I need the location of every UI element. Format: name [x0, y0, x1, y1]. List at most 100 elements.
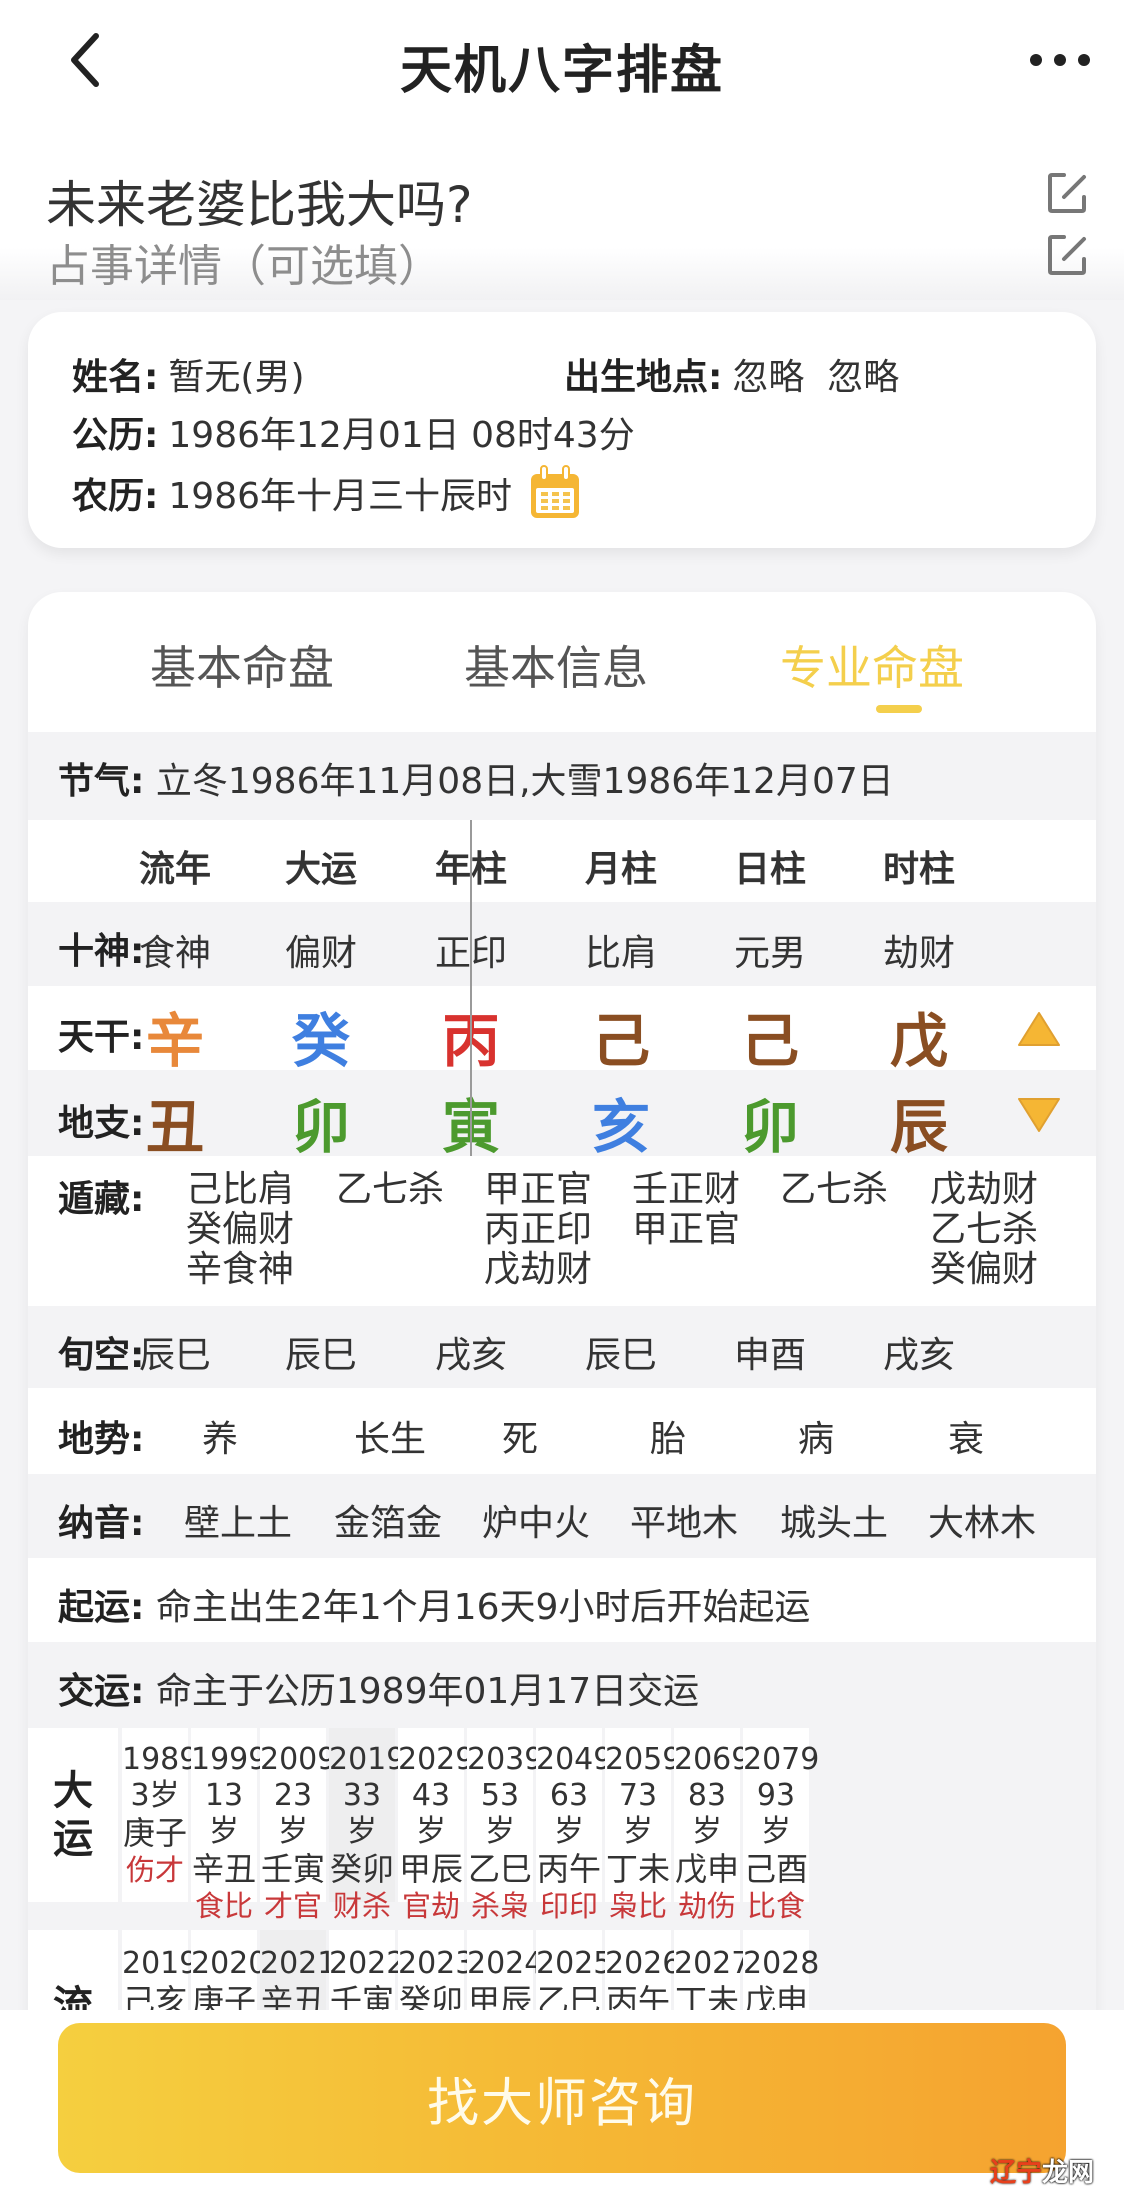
- xunkong-cell: 戌亥: [882, 1335, 955, 1376]
- dayun-item[interactable]: 2029 43岁 甲辰 官劫: [398, 1728, 475, 1923]
- triangle-up-icon[interactable]: [1016, 1010, 1062, 1048]
- xunkong-cell: 辰巳: [284, 1335, 357, 1376]
- dayun-item[interactable]: 1999 13岁 辛丑 食比: [191, 1728, 267, 1923]
- canggan-cell: 乙七杀: [336, 1169, 445, 1210]
- dayun-ganzhi: 乙巳: [467, 1850, 532, 1888]
- shishen-row: 十神: 食神 偏财 正印 比肩 元男 劫财: [28, 902, 1096, 986]
- edit-icon[interactable]: [1046, 233, 1090, 277]
- lunar-value: 1986年十月三十辰时: [168, 476, 513, 517]
- dayun-ganzhi: 戊申: [674, 1850, 739, 1888]
- nayin-cell: 平地木: [630, 1503, 739, 1544]
- dayun-label: 大 运: [28, 1728, 118, 1902]
- calendar-icon[interactable]: [528, 464, 582, 522]
- more-horizontal-icon: [1030, 54, 1042, 66]
- dayun-year: 2049: [536, 1742, 613, 1777]
- dayun-year: 2009: [260, 1742, 337, 1777]
- liunian-year: 2019: [122, 1946, 199, 1981]
- dayun-ganzhi: 丁未: [605, 1850, 670, 1888]
- dayun-shishen: 才官: [263, 1889, 322, 1923]
- dayun-year: 2059: [605, 1742, 682, 1777]
- lunar-date-row: 农历: 1986年十月三十辰时: [72, 464, 582, 522]
- dayun-shishen: 比食: [746, 1889, 805, 1923]
- dayun-age: 73岁: [618, 1778, 658, 1849]
- dishi-cell: 死: [502, 1419, 539, 1460]
- dayun-year: 2019: [329, 1742, 406, 1777]
- canggan-cell: 己比肩 癸偏财 辛食神: [186, 1169, 295, 1290]
- dayun-item[interactable]: 2039 53岁 乙巳 杀枭: [467, 1728, 544, 1923]
- page-title: 天机八字排盘: [399, 41, 724, 101]
- liunian-year: 2026: [605, 1946, 682, 1981]
- header-month-pillar: 月柱: [584, 849, 657, 890]
- solar-date-row: 公历: 1986年12月01日 08时43分: [72, 406, 635, 458]
- question-detail-input[interactable]: 占事详情（可选填）: [46, 230, 442, 294]
- tab-bar: 基本命盘 基本信息 专业命盘: [28, 592, 1096, 732]
- qiyun-label: 起运:: [58, 1587, 145, 1628]
- dizhi-row: 地支: 丑 卯 寅 亥 卯 辰: [28, 1070, 1096, 1161]
- dizhi-char: 卯: [291, 1093, 350, 1161]
- dishi-cell: 长生: [354, 1419, 427, 1460]
- dayun-item[interactable]: 2079 93岁 己酉 比食: [743, 1728, 819, 1923]
- triangle-down-icon[interactable]: [1016, 1096, 1062, 1134]
- xunkong-row: 旬空: 辰巳 辰巳 戌亥 辰巳 申酉 戌亥: [28, 1306, 1096, 1388]
- canggan-label: 遁藏:: [58, 1179, 145, 1220]
- jieqi-row: 节气: 立冬1986年11月08日,大雪1986年12月07日: [28, 732, 1096, 820]
- more-dot: [1078, 54, 1090, 66]
- dayun-item[interactable]: 2019 33岁 癸卯 财杀: [329, 1728, 406, 1923]
- dayun-shishen: 食比: [194, 1889, 253, 1923]
- tab-basic-chart[interactable]: 基本命盘: [150, 632, 334, 698]
- dayun-age: 23岁: [273, 1778, 313, 1849]
- dayun-item[interactable]: 2049 63岁 丙午 印印: [536, 1728, 613, 1923]
- dayun-age: 13岁: [204, 1778, 244, 1849]
- birthplace-label: 出生地点:: [564, 357, 723, 398]
- dishi-row: 地势: 养 长生 死 胎 病 衰: [28, 1390, 1096, 1474]
- dayun-ganzhi: 丙午: [536, 1850, 601, 1888]
- question-title[interactable]: 未来老婆比我大吗?: [46, 165, 473, 237]
- nayin-row: 纳音: 壁上土 金箔金 炉中火 平地木 城头土 大林木: [28, 1474, 1096, 1558]
- name-label: 姓名:: [72, 357, 159, 398]
- jiaoyun-label: 交运:: [58, 1671, 145, 1712]
- tiangan-char: 戊: [889, 1007, 948, 1075]
- qiyun-row: 起运: 命主出生2年1个月16天9小时后开始起运: [28, 1558, 1096, 1642]
- liunian-year: 2025: [536, 1946, 613, 1981]
- nayin-cell: 炉中火: [482, 1503, 591, 1544]
- dayun-item[interactable]: 2009 23岁 壬寅 才官: [260, 1728, 337, 1923]
- consult-master-button[interactable]: 找大师咨询: [58, 2023, 1066, 2173]
- header-hour-pillar: 时柱: [882, 849, 955, 890]
- canggan-cell: 乙七杀: [780, 1169, 889, 1210]
- question-section: 未来老婆比我大吗? 占事详情（可选填）: [0, 125, 1124, 300]
- dishi-label: 地势:: [58, 1419, 145, 1460]
- liunian-year: 2027: [674, 1946, 751, 1981]
- birthplace-row: 出生地点: 忽略 忽略: [564, 348, 899, 400]
- header-dayun: 大运: [284, 849, 357, 890]
- tiangan-char: 己: [740, 1007, 799, 1075]
- dayun-ganzhi: 癸卯: [329, 1850, 394, 1888]
- liunian-year: 2022: [329, 1946, 406, 1981]
- tab-basic-info[interactable]: 基本信息: [464, 632, 648, 698]
- xunkong-cell: 辰巳: [584, 1335, 657, 1376]
- shishen-cell: 食神: [138, 933, 211, 974]
- more-button[interactable]: [1030, 40, 1090, 80]
- edit-icon[interactable]: [1046, 171, 1090, 215]
- dayun-item[interactable]: 1989 3岁 庚子 伤才: [122, 1728, 199, 1902]
- jiaoyun-value: 命主于公历1989年01月17日交运: [155, 1671, 700, 1712]
- dayun-item[interactable]: 2059 73岁 丁未 枭比: [605, 1728, 682, 1923]
- dizhi-char: 卯: [740, 1093, 799, 1161]
- shishen-cell: 劫财: [882, 933, 955, 974]
- dayun-item[interactable]: 2069 83岁 戊申 劫伤: [674, 1728, 750, 1923]
- nayin-cell: 城头土: [780, 1503, 889, 1544]
- dayun-year: 1989: [122, 1742, 199, 1777]
- solar-label: 公历:: [72, 415, 159, 456]
- dishi-cell: 病: [798, 1419, 835, 1460]
- dayun-year: 2039: [467, 1742, 544, 1777]
- nayin-cell: 壁上土: [184, 1503, 293, 1544]
- dayun-year: 2029: [398, 1742, 475, 1777]
- jieqi-label: 节气:: [58, 761, 145, 802]
- shishen-cell: 偏财: [284, 933, 357, 974]
- pillar-header-row: 流年 大运 年柱 月柱 日柱 时柱: [28, 820, 1096, 902]
- dayun-ganzhi: 辛丑: [191, 1850, 256, 1888]
- tab-professional-chart[interactable]: 专业命盘: [780, 632, 964, 698]
- dayun-age: 93岁: [756, 1778, 796, 1849]
- dayun-ganzhi: 庚子: [122, 1814, 187, 1852]
- dishi-cell: 养: [202, 1419, 239, 1460]
- qiyun-value: 命主出生2年1个月16天9小时后开始起运: [155, 1587, 811, 1628]
